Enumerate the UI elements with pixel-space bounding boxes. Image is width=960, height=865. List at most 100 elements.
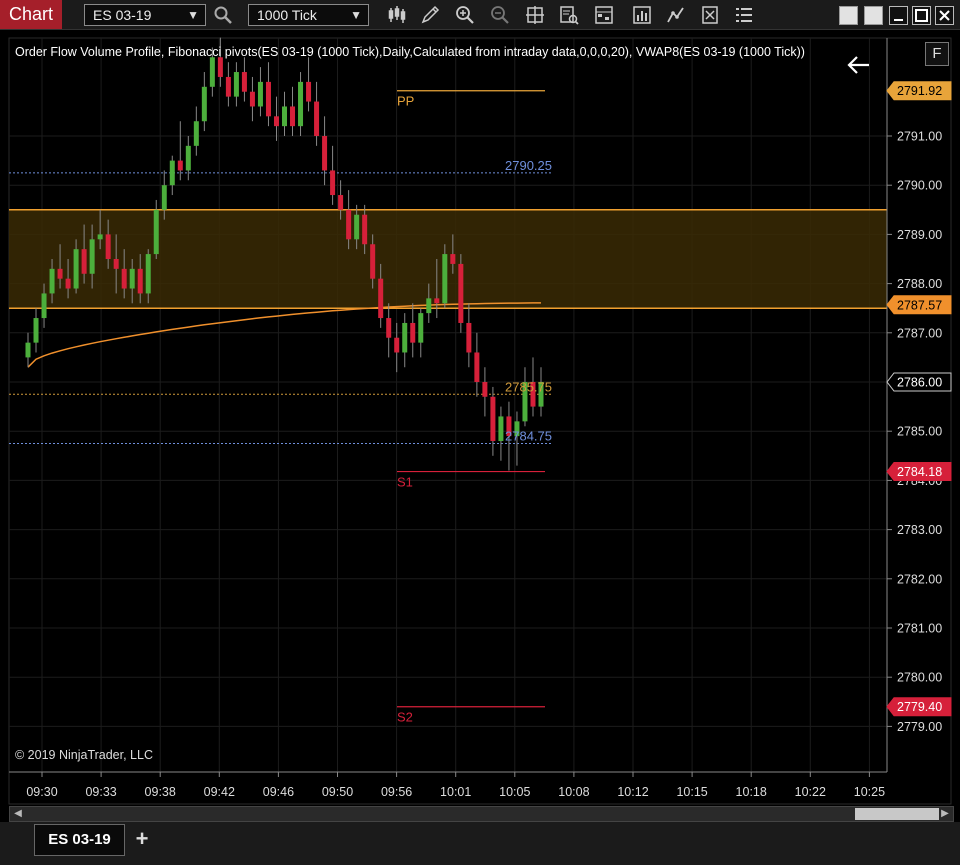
price-tick-label: 2779.00 <box>897 720 942 734</box>
price-marker: 2786.00 <box>886 372 952 392</box>
f-button[interactable]: F <box>925 42 949 66</box>
candle-body <box>482 382 488 397</box>
candle-body <box>185 145 191 171</box>
candle-body <box>73 249 79 289</box>
scroll-right-icon[interactable]: ▶ <box>938 807 952 821</box>
candle-body <box>338 195 344 210</box>
candle-body <box>474 352 480 382</box>
candle-body <box>153 209 159 255</box>
tab-es-03-19[interactable]: ES 03-19 <box>34 824 125 856</box>
price-tick-label: 2781.00 <box>897 622 942 636</box>
pivot-label: S2 <box>397 710 413 725</box>
time-tick-label: 10:08 <box>558 785 589 799</box>
price-marker: 2791.92 <box>886 81 952 101</box>
scrollbar-thumb[interactable] <box>855 808 939 820</box>
candle-body <box>113 259 119 269</box>
candle-body <box>225 76 231 97</box>
candle-body <box>273 116 279 127</box>
candle-body <box>49 268 55 294</box>
candle-body <box>466 322 472 353</box>
candle-body <box>402 322 408 353</box>
candle-body <box>458 263 464 323</box>
time-tick-label: 10:05 <box>499 785 530 799</box>
candle-body <box>426 298 432 314</box>
candle-body <box>201 86 207 122</box>
candle-body <box>450 254 456 264</box>
price-marker: 2779.40 <box>886 697 952 717</box>
candle-body <box>169 160 175 186</box>
price-marker-label: 2786.00 <box>897 376 942 390</box>
scroll-left-icon[interactable]: ◀ <box>11 807 25 821</box>
candle-body <box>265 81 271 117</box>
horizontal-scrollbar[interactable]: ◀ ▶ <box>9 806 954 822</box>
time-tick-label: 10:22 <box>795 785 826 799</box>
candle-body <box>241 72 247 92</box>
time-tick-label: 10:01 <box>440 785 471 799</box>
price-marker: 2784.18 <box>886 462 952 482</box>
price-tick-label: 2780.00 <box>897 671 942 685</box>
candle-body <box>410 322 416 343</box>
time-tick-label: 10:25 <box>854 785 885 799</box>
candle-body <box>362 214 368 245</box>
candle-body <box>498 416 504 442</box>
candle-body <box>193 121 199 146</box>
candle-body <box>33 318 39 343</box>
time-tick-label: 10:12 <box>617 785 648 799</box>
price-marker-label: 2791.92 <box>897 84 942 98</box>
candle-body <box>290 106 296 127</box>
candle-body <box>322 136 328 171</box>
pivot-label: S1 <box>397 475 413 490</box>
price-tick-label: 2787.00 <box>897 326 942 340</box>
candle-body <box>330 170 336 196</box>
candle-body <box>177 160 183 171</box>
candle-body <box>490 396 496 442</box>
candle-body <box>233 72 239 97</box>
pivot-label: PP <box>397 94 414 109</box>
level-label: 2790.25 <box>505 158 552 173</box>
candle-body <box>65 278 71 289</box>
back-arrow-icon[interactable] <box>845 54 873 76</box>
candle-body <box>314 101 320 136</box>
indicator-legend: Order Flow Volume Profile, Fibonacci piv… <box>15 45 805 59</box>
candle-body <box>57 268 63 279</box>
candle-body <box>81 249 87 274</box>
price-tick-label: 2785.00 <box>897 425 942 439</box>
candle-body <box>434 298 440 304</box>
time-tick-label: 09:38 <box>145 785 176 799</box>
candle-body <box>346 209 352 240</box>
level-label: 2784.75 <box>505 429 552 444</box>
time-tick-label: 10:15 <box>676 785 707 799</box>
candle-body <box>105 234 111 259</box>
price-tick-label: 2783.00 <box>897 523 942 537</box>
candle-body <box>249 91 255 107</box>
candle-body <box>41 293 47 319</box>
price-marker-label: 2784.18 <box>897 465 942 479</box>
candle-body <box>418 313 424 343</box>
candle-body <box>161 185 167 210</box>
candle-body <box>282 106 287 127</box>
candle-body <box>89 239 95 274</box>
price-marker: 2787.57 <box>886 295 952 315</box>
price-tick-label: 2790.00 <box>897 179 942 193</box>
time-tick-label: 09:46 <box>263 785 294 799</box>
candle-body <box>298 81 304 127</box>
price-chart[interactable]: 2791.00 2790.00 2789.00 2788.00 2787.00 2786.… <box>0 0 960 806</box>
price-marker-label: 2787.57 <box>897 298 942 312</box>
price-tick-label: 2791.00 <box>897 130 942 144</box>
price-tick-label: 2789.00 <box>897 228 942 242</box>
time-tick-label: 09:30 <box>26 785 57 799</box>
candle-body <box>442 254 448 304</box>
candle-body <box>121 268 127 289</box>
candle-body <box>129 268 135 289</box>
time-tick-label: 09:56 <box>381 785 412 799</box>
add-tab-button[interactable]: + <box>128 824 156 856</box>
candle-body <box>378 278 384 319</box>
copyright-text: © 2019 NinjaTrader, LLC <box>15 748 153 762</box>
candle-body <box>97 234 103 240</box>
candle-body <box>394 337 400 353</box>
candle-body <box>209 57 215 87</box>
candle-body <box>145 254 151 294</box>
price-tick-label: 2782.00 <box>897 572 942 586</box>
tab-bar: ES 03-19 + <box>0 822 960 865</box>
time-tick-label: 09:42 <box>204 785 235 799</box>
